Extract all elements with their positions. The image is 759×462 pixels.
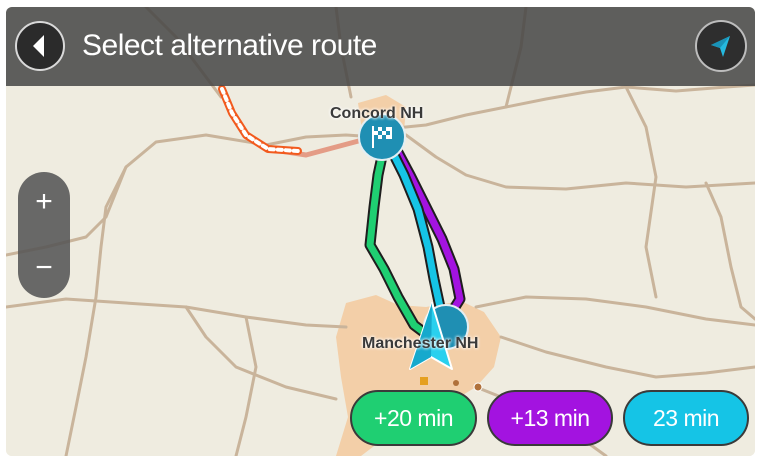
poi-marker [420,377,428,385]
poi-dot [453,380,459,386]
route-option-button-purple[interactable]: +13 min [487,390,613,446]
zoom-in-button[interactable]: + [18,172,70,232]
route-option-button-blue[interactable]: 23 min [623,390,749,446]
chevron-left-icon [33,35,44,57]
zoom-out-button[interactable]: − [18,238,70,298]
place-label-concord: Concord NH [330,105,424,122]
route-option-button-green[interactable]: +20 min [350,390,477,446]
place-label-manchester: Manchester NH [362,335,479,352]
back-button[interactable] [15,21,65,71]
header-bar: Select alternative route [6,7,755,86]
current-location-button[interactable] [695,20,747,72]
zoom-control: + − [18,172,70,298]
navigation-arrow-icon [711,36,730,57]
app-screen: Concord NH Manchester NH Select alternat… [6,7,755,456]
poi-dot [473,382,483,392]
page-title: Select alternative route [82,29,377,62]
